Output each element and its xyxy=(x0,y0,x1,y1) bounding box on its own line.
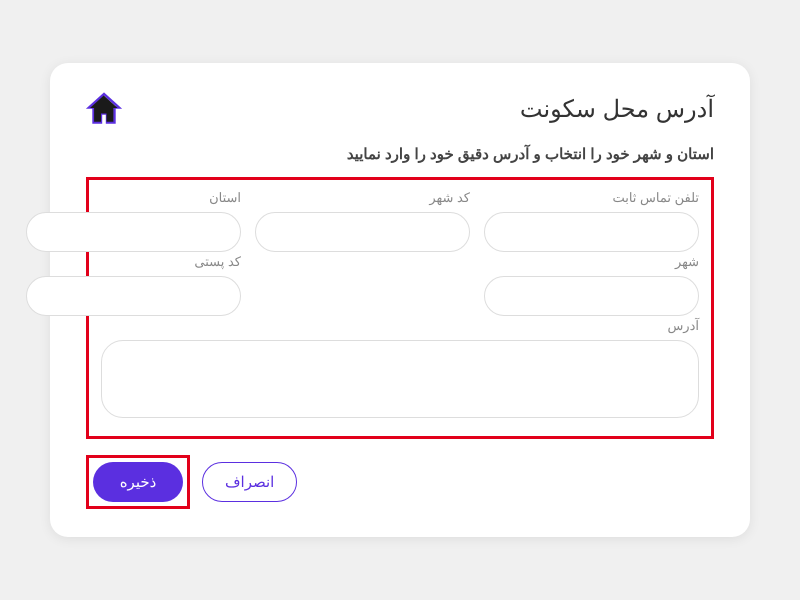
field-city: شهر xyxy=(484,254,699,316)
cancel-button[interactable]: انصراف xyxy=(202,462,297,502)
input-address[interactable] xyxy=(101,340,699,418)
page-title: آدرس محل سکونت xyxy=(520,95,714,124)
field-postal: کد پستی xyxy=(26,254,241,316)
form-row-2: شهر . کد پستی xyxy=(101,254,699,316)
label-city-code: کد شهر xyxy=(255,190,470,206)
form-row-1: تلفن تماس ثابت کد شهر استان xyxy=(101,190,699,252)
input-province[interactable] xyxy=(26,212,241,252)
form-subtitle: استان و شهر خود را انتخاب و آدرس دقیق خو… xyxy=(86,145,714,163)
input-postal[interactable] xyxy=(26,276,241,316)
field-city-code: کد شهر xyxy=(255,190,470,252)
card-header: آدرس محل سکونت xyxy=(86,91,714,127)
address-form-card: آدرس محل سکونت استان و شهر خود را انتخاب… xyxy=(50,63,750,537)
input-city-code[interactable] xyxy=(255,212,470,252)
field-phone: تلفن تماس ثابت xyxy=(484,190,699,252)
save-button-highlight: ذخیره xyxy=(86,455,190,509)
label-province: استان xyxy=(26,190,241,206)
label-postal: کد پستی xyxy=(26,254,241,270)
input-city[interactable] xyxy=(484,276,699,316)
label-city: شهر xyxy=(484,254,699,270)
label-phone: تلفن تماس ثابت xyxy=(484,190,699,206)
field-province: استان xyxy=(26,190,241,252)
input-phone[interactable] xyxy=(484,212,699,252)
label-address: آدرس xyxy=(101,318,699,334)
home-icon xyxy=(86,91,122,127)
form-row-3: آدرس xyxy=(101,318,699,418)
form-actions: انصراف ذخیره xyxy=(86,455,714,509)
save-button[interactable]: ذخیره xyxy=(93,462,183,502)
form-fields-highlight: تلفن تماس ثابت کد شهر استان شهر . xyxy=(86,177,714,439)
field-address: آدرس xyxy=(101,318,699,418)
